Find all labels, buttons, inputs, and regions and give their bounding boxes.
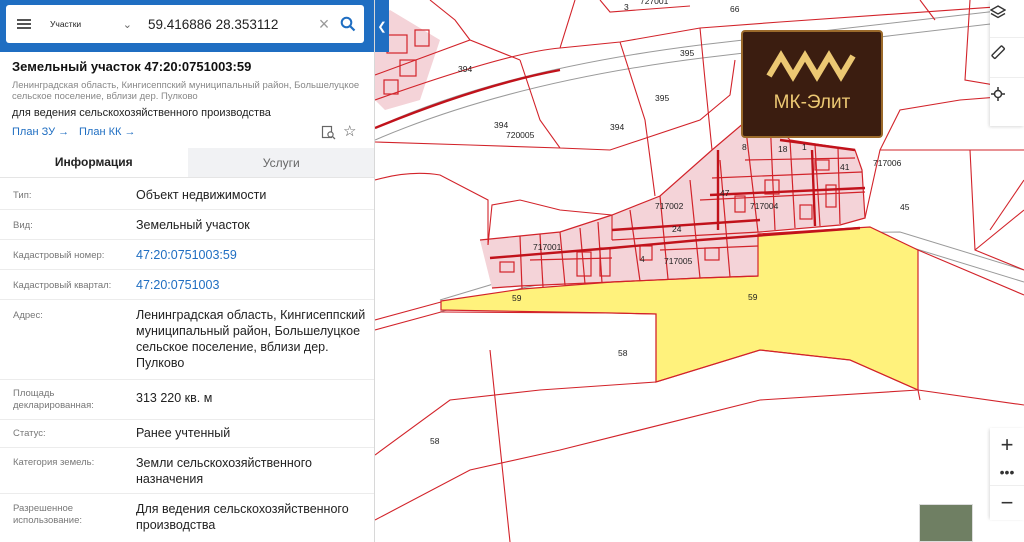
info-row-type: Тип: Объект недвижимости (0, 180, 374, 210)
parcel-address: Ленинградская область, Кингисеппский мун… (12, 80, 360, 102)
map-label: 59 (748, 292, 758, 302)
map-label: 18 (778, 144, 788, 154)
map-canvas: 394 394 394 720005 395 395 717006 45 717… (375, 0, 1024, 542)
layers-icon[interactable] (990, 4, 1024, 38)
tab-information[interactable]: Информация (0, 148, 188, 177)
plus-icon[interactable]: + (990, 428, 1024, 462)
info-value: Объект недвижимости (136, 188, 267, 202)
map-label: 727001 (640, 0, 669, 6)
map-label: 24 (672, 224, 682, 234)
info-row-area: Площадь декларированная: 313 220 кв. м (0, 380, 374, 420)
info-value: Ранее учтенный (136, 426, 231, 440)
chevron-down-icon: ⌄ (122, 18, 132, 31)
map-label: 720005 (506, 130, 535, 140)
info-value: Земельный участок (136, 218, 250, 232)
info-row-address: Адрес: Ленинградская область, Кингисеппс… (0, 300, 374, 380)
info-row-permitted-use: Разрешенное использование: Для ведения с… (0, 494, 374, 542)
parcel-title: Земельный участок 47:20:0751003:59 (12, 59, 252, 74)
info-key: Вид: (13, 220, 33, 231)
map-label: 4 (640, 254, 645, 264)
logo-text: МК-Элит (773, 92, 851, 113)
cadastral-map[interactable]: 394 394 394 720005 395 395 717006 45 717… (375, 0, 1024, 542)
map-tools (990, 0, 1024, 126)
map-label: 717006 (873, 158, 902, 168)
info-row-land-category: Категория земель: Земли сельскохозяйстве… (0, 448, 374, 494)
map-label: 45 (900, 202, 910, 212)
cadastral-number-link[interactable]: 47:20:0751003:59 (136, 247, 368, 263)
map-label: 394 (494, 120, 508, 130)
map-label: 394 (610, 122, 624, 132)
ruler-icon[interactable] (990, 44, 1024, 78)
logo-mark-icon (766, 50, 856, 82)
object-type-label: Участки (50, 19, 82, 29)
crosshair-icon[interactable] (990, 86, 1024, 120)
cadastral-quarter-link[interactable]: 47:20:0751003 (136, 277, 368, 293)
info-row-status: Статус: Ранее учтенный (0, 420, 374, 448)
info-key: Статус: (13, 428, 46, 439)
map-label: 395 (680, 48, 694, 58)
search-icon[interactable] (336, 5, 360, 43)
info-key: Категория земель: (13, 457, 95, 468)
search-box: Участки ⌄ × (6, 5, 364, 43)
map-label: 58 (430, 436, 440, 446)
map-label: 717004 (750, 201, 779, 211)
info-key: Кадастровый номер: (13, 250, 105, 261)
map-label: 66 (730, 4, 740, 14)
hamburger-icon[interactable] (6, 5, 42, 43)
tab-bar: Информация Услуги (0, 148, 374, 178)
map-label: 717005 (664, 256, 693, 266)
more-icon[interactable]: ••• (990, 458, 1024, 486)
info-value: Для ведения сельскохозяйственного произв… (136, 502, 349, 532)
info-value: Земли сельскохозяйственного назначения (136, 456, 312, 486)
basemap-thumbnail[interactable] (919, 504, 973, 542)
info-key: Площадь декларированная: (13, 388, 94, 411)
info-row-kind: Вид: Земельный участок (0, 210, 374, 240)
map-label: 58 (618, 348, 628, 358)
map-label: 47 (720, 188, 730, 198)
map-label: 41 (840, 162, 850, 172)
tab-services[interactable]: Услуги (187, 148, 374, 177)
collapse-panel-button[interactable]: ❮ (375, 0, 389, 52)
info-key: Адрес: (13, 310, 43, 321)
object-type-select[interactable]: Участки ⌄ (42, 5, 140, 43)
plan-kk-link[interactable]: План КК → (79, 126, 135, 138)
map-label: 59 (512, 293, 522, 303)
info-value: 313 220 кв. м (136, 391, 213, 405)
parcel-purpose: для ведения сельскохозяйственного произв… (12, 107, 271, 119)
search-bar: Участки ⌄ × (0, 0, 374, 52)
star-icon[interactable]: ☆ (343, 122, 356, 140)
map-label: 395 (655, 93, 669, 103)
zoom-controls: + ••• − (990, 428, 1024, 520)
close-icon[interactable]: × (312, 14, 336, 35)
info-key: Разрешенное использование: (13, 503, 83, 526)
map-label: 394 (458, 64, 472, 74)
info-panel: Участки ⌄ × Земельный участок 47:20:0751… (0, 0, 375, 542)
map-label: 717001 (533, 242, 562, 252)
info-value: Ленинградская область, Кингисеппский мун… (136, 308, 366, 370)
minus-icon[interactable]: − (990, 486, 1024, 520)
map-label: 717002 (655, 201, 684, 211)
info-row-cadastral-quarter: Кадастровый квартал: 47:20:0751003 (0, 270, 374, 300)
map-label: 3 (624, 2, 629, 12)
search-input[interactable] (140, 16, 312, 32)
info-row-cadastral-number: Кадастровый номер: 47:20:0751003:59 (0, 240, 374, 270)
map-label: 1 (802, 142, 807, 152)
watermark-logo: МК-Элит (741, 30, 883, 138)
document-search-icon[interactable] (321, 125, 336, 143)
plan-zu-link[interactable]: План ЗУ → (12, 126, 69, 138)
map-label: 8 (742, 142, 747, 152)
info-key: Кадастровый квартал: (13, 280, 112, 291)
info-key: Тип: (13, 190, 32, 201)
